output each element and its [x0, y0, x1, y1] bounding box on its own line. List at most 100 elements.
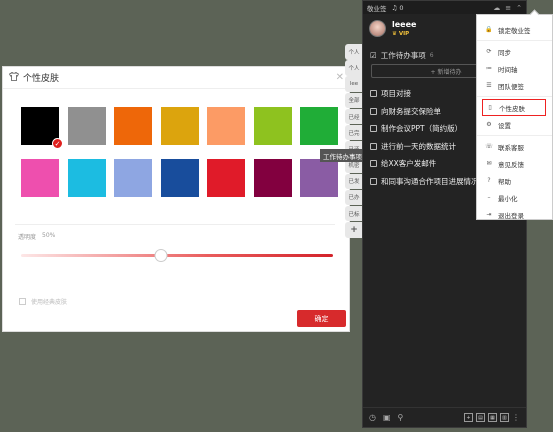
color-swatch[interactable]: [160, 107, 199, 145]
side-tab[interactable]: lee: [345, 76, 363, 92]
menu-group: 🔒 锁定敬业签: [477, 19, 552, 41]
note-icon[interactable]: ▥: [500, 413, 509, 422]
side-tab[interactable]: 全部: [345, 92, 363, 109]
menu-item-sync[interactable]: ⟳ 同步: [477, 43, 552, 60]
opacity-value: 50%: [42, 232, 56, 239]
opacity-label: 透明度: [18, 234, 37, 241]
todo-checkbox[interactable]: [370, 177, 377, 185]
panel-bottom-bar: ◷ ▣ ⚲ + ▤ ▦ ▥ ⋮: [363, 407, 526, 427]
classic-skin-option[interactable]: 使用经典皮肤: [19, 297, 67, 306]
menu-group: ▯ 个性皮肤 ⚙ 设置: [477, 97, 552, 136]
classic-skin-checkbox[interactable]: [19, 298, 26, 305]
menu-caret: [529, 9, 540, 20]
dialog-title: 个性皮肤: [23, 74, 60, 84]
topbar-actions: ☁ ≡ ⌃: [493, 4, 522, 12]
add-tab-button[interactable]: +: [345, 222, 363, 238]
cloud-icon[interactable]: ☁: [493, 4, 500, 12]
menu-item-service[interactable]: ☏ 联系客服: [477, 138, 552, 155]
vip-badge: ♛ VIP: [392, 31, 416, 37]
calendar-icon[interactable]: ▣: [383, 413, 391, 422]
todo-checkbox[interactable]: [370, 90, 377, 98]
menu-item-label: 团队便签: [498, 82, 524, 91]
shirt-icon: [8, 72, 20, 83]
menu-group: ⟳ 同步 ≔ 时间轴 ☰ 团队便签: [477, 41, 552, 97]
todo-checkbox[interactable]: [370, 160, 377, 168]
dialog-header: 个性皮肤: [3, 67, 349, 89]
menu-item-help[interactable]: ? 帮助: [477, 172, 552, 189]
color-swatch[interactable]: [114, 107, 152, 145]
notification-bell[interactable]: ♫ 0: [392, 4, 404, 12]
menu-item-feedback[interactable]: ✉ 意见反馈: [477, 155, 552, 172]
avatar[interactable]: [369, 20, 386, 37]
skin-icon: ▯: [488, 104, 492, 111]
color-swatch[interactable]: [207, 107, 245, 145]
skin-dialog: 个性皮肤 ✕ ✓ 透明度 50% 使用经典皮肤 确定: [2, 66, 350, 332]
vip-label: VIP: [398, 31, 410, 37]
bell-icon: ♫: [391, 3, 398, 12]
todo-title: 工作待办事项: [380, 51, 426, 60]
todo-text: 给XX客户发邮件: [381, 159, 437, 169]
menu-item-label: 个性皮肤: [499, 104, 525, 113]
color-swatch[interactable]: [67, 159, 106, 197]
color-swatch[interactable]: [300, 107, 338, 145]
color-swatch[interactable]: [67, 107, 106, 145]
todo-count: 6: [429, 52, 434, 59]
side-tab[interactable]: 已发: [345, 173, 363, 189]
close-icon[interactable]: ✕: [336, 72, 344, 83]
todo-text: 项目对接: [381, 89, 411, 99]
menu-item-timeline[interactable]: ≔ 时间轴: [477, 60, 552, 77]
more-icon[interactable]: ⋮: [512, 413, 520, 422]
menu-icon[interactable]: ≡: [505, 4, 511, 12]
todo-checkbox[interactable]: [370, 125, 377, 133]
user-profile[interactable]: leeee ♛ VIP: [369, 20, 416, 37]
opacity-slider[interactable]: [21, 249, 333, 262]
menu-item-minimize[interactable]: – 最小化: [477, 189, 552, 206]
feedback-icon: ✉: [486, 160, 492, 167]
timeline-icon: ≔: [486, 65, 492, 72]
todo-header: ☑ 工作待办事项 6: [370, 50, 434, 61]
panel-topbar: 敬业签 ♫ 0 ☁ ≡ ⌃: [363, 1, 526, 14]
opacity-label-row: 透明度 50%: [18, 232, 55, 241]
menu-item-label: 退出登录: [498, 211, 524, 220]
color-swatch[interactable]: [160, 159, 199, 197]
color-swatch[interactable]: [253, 107, 292, 145]
side-tab[interactable]: 个人: [345, 60, 363, 76]
color-swatch[interactable]: [253, 159, 292, 197]
todo-checkbox[interactable]: [370, 107, 377, 115]
grid-icon[interactable]: ▦: [488, 413, 497, 422]
collapse-icon[interactable]: ⌃: [516, 4, 522, 12]
layout-icon[interactable]: ▤: [476, 413, 485, 422]
menu-item-skin[interactable]: ▯ 个性皮肤: [482, 99, 546, 116]
side-tab[interactable]: 已经: [345, 108, 363, 125]
bell-count: 0: [399, 3, 404, 12]
color-swatch[interactable]: [21, 159, 59, 197]
side-tab[interactable]: 个人: [345, 44, 363, 60]
side-tab[interactable]: 已办: [345, 189, 363, 206]
ok-button[interactable]: 确定: [297, 310, 346, 327]
add-icon[interactable]: +: [464, 413, 473, 422]
menu-item-label: 同步: [498, 48, 511, 57]
bottom-actions: + ▤ ▦ ▥ ⋮: [464, 413, 520, 422]
menu-item-team[interactable]: ☰ 团队便签: [477, 77, 552, 94]
menu-group: ☏ 联系客服 ✉ 意见反馈? 帮助 – 最小化 ⇥ 退出登录: [477, 136, 552, 225]
color-swatch[interactable]: [300, 159, 338, 197]
slider-thumb[interactable]: [154, 249, 168, 262]
color-swatch[interactable]: [114, 159, 152, 197]
menu-item-logout[interactable]: ⇥ 退出登录: [477, 206, 552, 223]
menu-item-label: 帮助: [498, 177, 511, 186]
menu-item-settings[interactable]: ⚙ 设置: [477, 116, 552, 133]
tooltip: 工作待办事项: [320, 149, 365, 162]
color-swatch[interactable]: ✓: [21, 107, 63, 149]
menu-item-lock[interactable]: 🔒 锁定敬业签: [477, 21, 552, 38]
color-swatch-grid: ✓: [21, 107, 346, 197]
side-tab-strip: 个人个人lee全部已经已完已还机密已发已办已标+: [345, 44, 363, 238]
side-tab[interactable]: 已标: [345, 205, 363, 222]
color-swatch[interactable]: [207, 159, 245, 197]
side-tab[interactable]: 已完: [345, 124, 363, 141]
clock-icon[interactable]: ◷: [369, 413, 376, 422]
divider: [15, 224, 335, 225]
settings-menu: 🔒 锁定敬业签 ⟳ 同步 ≔ 时间轴 ☰ 团队便签 ▯ 个性皮肤 ⚙ 设置 ☏ 联系客服 ✉ 意见反馈? 帮助 –…: [476, 9, 553, 220]
todo-checkbox[interactable]: [370, 142, 377, 150]
search-icon[interactable]: ⚲: [398, 413, 404, 422]
logout-icon: ⇥: [486, 211, 492, 218]
